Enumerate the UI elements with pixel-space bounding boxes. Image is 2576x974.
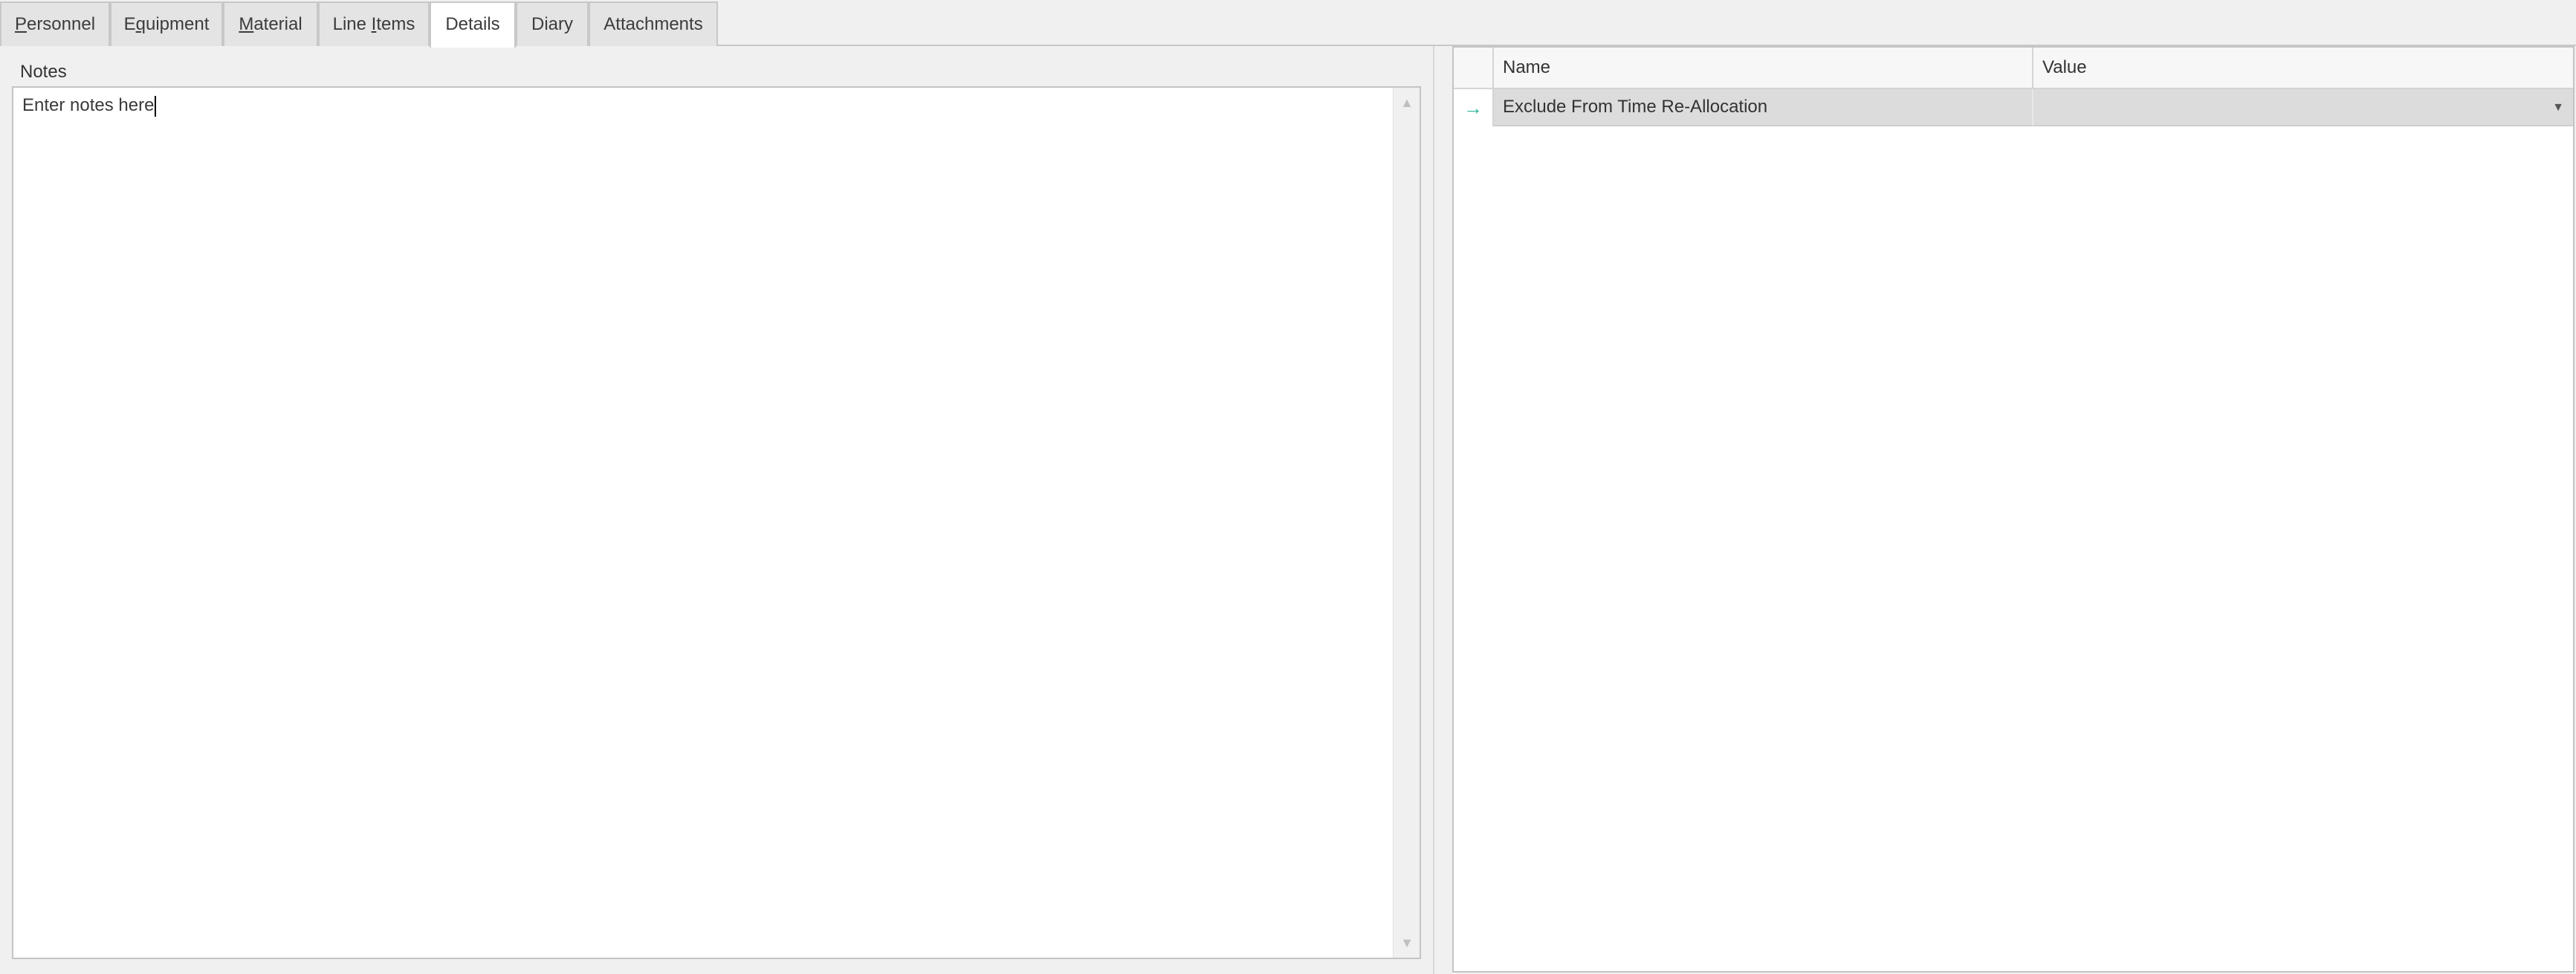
scroll-up-arrow-icon[interactable]: ▲ bbox=[1394, 89, 1420, 116]
tab-label: Attachments bbox=[603, 14, 703, 34]
notes-label: Notes bbox=[20, 62, 67, 82]
tab-strip: Personnel Equipment Material Line Items … bbox=[0, 0, 2576, 48]
tab-label-pre: E bbox=[123, 14, 136, 34]
column-header-value[interactable]: Value bbox=[2033, 48, 2573, 88]
panel-splitter[interactable] bbox=[1433, 46, 1452, 974]
tab-label: Details bbox=[445, 14, 500, 34]
header-indicator-cell bbox=[1454, 48, 1494, 88]
tab-material[interactable]: Material bbox=[223, 1, 318, 46]
row-value-cell[interactable]: ▼ bbox=[2033, 89, 2573, 126]
properties-grid: Name Value → Exclude From Time Re-Alloca… bbox=[1452, 46, 2575, 973]
column-header-name[interactable]: Name bbox=[1494, 48, 2033, 88]
text-caret bbox=[155, 95, 157, 117]
tab-label: Diary bbox=[531, 14, 573, 34]
tab-details[interactable]: Details bbox=[430, 1, 516, 48]
scroll-down-arrow-icon[interactable]: ▼ bbox=[1394, 929, 1420, 956]
table-row[interactable]: → Exclude From Time Re-Allocation ▼ bbox=[1454, 89, 2573, 126]
tab-equipment[interactable]: Equipment bbox=[110, 1, 223, 46]
notes-panel: Notes Enter notes here ▲ ▼ bbox=[0, 46, 1433, 974]
notes-scrollbar[interactable]: ▲ ▼ bbox=[1393, 88, 1420, 958]
tab-label-mnemonic: q bbox=[135, 14, 146, 34]
tab-attachments[interactable]: Attachments bbox=[589, 1, 718, 46]
tab-label-pre: Line bbox=[332, 14, 372, 34]
notes-text-content: Enter notes here bbox=[22, 95, 157, 117]
tab-label-post: uipment bbox=[145, 14, 210, 34]
tab-label-mnemonic: M bbox=[239, 14, 254, 34]
tab-label-mnemonic: P bbox=[14, 14, 27, 34]
notes-text: Enter notes here bbox=[22, 95, 155, 115]
tab-label-post: tems bbox=[376, 14, 415, 34]
tab-personnel[interactable]: Personnel bbox=[0, 1, 110, 46]
tab-line-items[interactable]: Line Items bbox=[318, 1, 430, 46]
chevron-down-icon[interactable]: ▼ bbox=[2552, 89, 2564, 126]
tab-label-post: ersonnel bbox=[26, 14, 96, 34]
row-name-cell[interactable]: Exclude From Time Re-Allocation bbox=[1494, 89, 2033, 126]
tab-diary[interactable]: Diary bbox=[516, 1, 589, 46]
notes-textarea[interactable]: Enter notes here ▲ ▼ bbox=[12, 86, 1421, 959]
grid-header: Name Value bbox=[1454, 48, 2573, 89]
arrow-right-icon: → bbox=[1454, 89, 1494, 126]
tab-label-post: aterial bbox=[253, 14, 302, 34]
